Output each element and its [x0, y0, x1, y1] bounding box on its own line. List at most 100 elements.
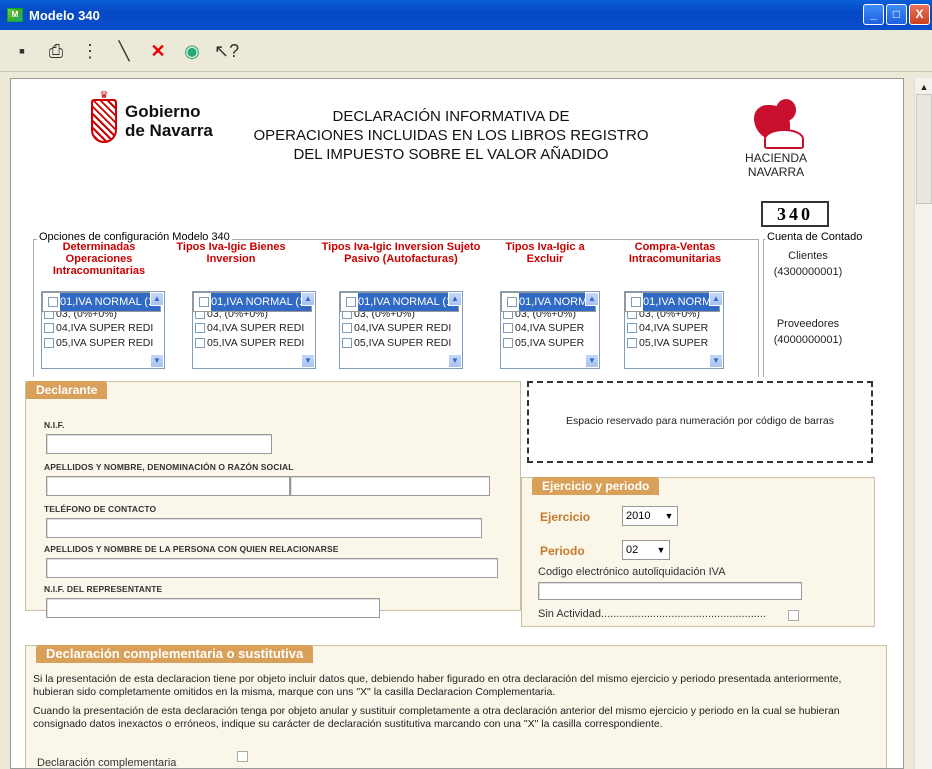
item-checkbox[interactable] — [48, 297, 58, 307]
item-label: 05,IVA SUPER REDI — [354, 336, 452, 349]
scroll-up-icon[interactable]: ▲ — [585, 292, 599, 306]
item-label: 04,IVA SUPER — [639, 322, 709, 335]
scroll-down-icon[interactable]: ▼ — [585, 354, 599, 368]
item-checkbox[interactable] — [195, 323, 205, 334]
list-item[interactable]: 01,IVA NORMA — [625, 292, 720, 312]
option-listbox[interactable]: 01,IVA NORMAL (1602,IVA NORMAL + R03, (0… — [192, 291, 316, 369]
complementaria-para1: Si la presentación de esta declaracion t… — [33, 673, 842, 698]
grid-icon[interactable]: ⋮ — [78, 39, 102, 63]
proveedores-value: (4000000001) — [773, 334, 843, 346]
scroll-down-icon[interactable]: ▼ — [301, 354, 315, 368]
web-icon[interactable]: ◉ — [180, 39, 204, 63]
window-title: Modelo 340 — [29, 7, 100, 23]
list-item[interactable]: 04,IVA SUPER REDI — [193, 321, 315, 336]
item-label: 05,IVA SUPER REDI — [207, 336, 305, 349]
item-checkbox[interactable] — [503, 323, 513, 334]
form-page: ♛ Gobierno de Navarra DECLARACIÓN INFORM… — [10, 78, 904, 769]
item-label: 05,IVA SUPER — [639, 336, 709, 349]
item-label: 01,IVA NORMA — [519, 293, 595, 311]
delete-icon[interactable]: ✕ — [146, 39, 170, 63]
item-checkbox[interactable] — [195, 337, 205, 348]
list-item[interactable]: 04,IVA SUPER — [625, 321, 723, 336]
codigo-input[interactable] — [538, 582, 802, 600]
ejercicio-tab: Ejercicio y periodo — [532, 477, 660, 495]
maximize-button[interactable]: □ — [886, 4, 907, 25]
persona-input[interactable] — [46, 558, 498, 578]
title-line1: DECLARACIÓN INFORMATIVA DE — [332, 108, 570, 125]
title-bar: M Modelo 340 _ □ X — [0, 0, 932, 30]
list-item[interactable]: 01,IVA NORMAL (16 — [193, 292, 313, 312]
scroll-up-icon[interactable]: ▲ — [150, 292, 164, 306]
item-label: 01,IVA NORMAL (16 — [211, 293, 312, 311]
scroll-up-icon[interactable]: ▲ — [917, 80, 931, 94]
list-item[interactable]: 05,IVA SUPER — [625, 336, 723, 351]
persona-label: APELLIDOS Y NOMBRE DE LA PERSONA CON QUI… — [44, 544, 339, 554]
gobierno-logo: ♛ Gobierno de Navarra — [91, 91, 213, 143]
option-listbox[interactable]: 01,IVA NORMA02,IVA NORMA03, (0%+0%)04,IV… — [624, 291, 724, 369]
item-checkbox[interactable] — [627, 323, 637, 334]
item-checkbox[interactable] — [342, 323, 352, 334]
ejercicio-select[interactable]: 2010 ▼ — [622, 506, 678, 526]
list-item[interactable]: 05,IVA SUPER REDI — [193, 336, 315, 351]
gobierno-line1: Gobierno — [125, 102, 201, 121]
complementaria-para2: Cuando la presentación de esta declaraci… — [33, 705, 840, 730]
print-icon[interactable]: ⎙ — [44, 39, 68, 63]
ejercicio-value: 2010 — [626, 510, 651, 522]
save-icon[interactable]: ▪ — [10, 39, 34, 63]
list-item[interactable]: 04,IVA SUPER REDI — [42, 321, 164, 336]
item-checkbox[interactable] — [503, 337, 513, 348]
item-checkbox[interactable] — [199, 297, 209, 307]
list-item[interactable]: 05,IVA SUPER REDI — [42, 336, 164, 351]
item-checkbox[interactable] — [44, 337, 54, 348]
scroll-down-icon[interactable]: ▼ — [709, 354, 723, 368]
item-checkbox[interactable] — [342, 337, 352, 348]
item-label: 01,IVA NORMAL (16 — [358, 293, 459, 311]
telefono-label: TELÉFONO DE CONTACTO — [44, 504, 157, 514]
sin-actividad-checkbox[interactable] — [788, 610, 799, 621]
scroll-up-icon[interactable]: ▲ — [448, 292, 462, 306]
option-listbox[interactable]: 01,IVA NORMAL (1602,IVA NORMAL + R03, (0… — [41, 291, 165, 369]
wand-icon[interactable]: ╲ — [112, 39, 136, 63]
vertical-scrollbar[interactable]: ▲ — [914, 78, 932, 769]
list-item[interactable]: 01,IVA NORMA — [501, 292, 596, 312]
item-checkbox[interactable] — [346, 297, 356, 307]
list-item[interactable]: 04,IVA SUPER REDI — [340, 321, 462, 336]
option-listbox[interactable]: 01,IVA NORMA02,IVA NORMA03, (0%+0%)04,IV… — [500, 291, 600, 369]
help-icon[interactable]: ↖? — [214, 39, 239, 63]
item-checkbox[interactable] — [627, 337, 637, 348]
option-listbox[interactable]: 01,IVA NORMAL (1602,IVA NORMAL + R03, (0… — [339, 291, 463, 369]
scroll-thumb[interactable] — [916, 94, 932, 204]
hacienda-emblem-icon — [746, 99, 806, 151]
item-checkbox[interactable] — [507, 297, 517, 307]
list-item[interactable]: 01,IVA NORMAL (16 — [42, 292, 162, 312]
nif-input[interactable] — [46, 434, 272, 454]
chevron-down-icon: ▼ — [656, 545, 666, 555]
complementaria-checkbox[interactable] — [237, 751, 248, 762]
minimize-button[interactable]: _ — [863, 4, 884, 25]
scroll-up-icon[interactable]: ▲ — [709, 292, 723, 306]
item-checkbox[interactable] — [44, 323, 54, 334]
list-item[interactable]: 05,IVA SUPER REDI — [340, 336, 462, 351]
scroll-down-icon[interactable]: ▼ — [150, 354, 164, 368]
nombre-input[interactable] — [290, 476, 490, 496]
title-line3: DEL IMPUESTO SOBRE EL VALOR AÑADIDO — [293, 146, 609, 163]
chevron-down-icon: ▼ — [664, 511, 674, 521]
codigo-label: Codigo electrónico autoliquidación IVA — [538, 566, 726, 578]
scroll-up-icon[interactable]: ▲ — [301, 292, 315, 306]
item-checkbox[interactable] — [631, 297, 641, 307]
list-item[interactable]: 04,IVA SUPER — [501, 321, 599, 336]
clientes-label: Clientes — [788, 250, 828, 262]
item-label: 04,IVA SUPER — [515, 322, 585, 335]
declarante-tab: Declarante — [26, 381, 108, 399]
ejercicio-section: Ejercicio y periodo Ejercicio 2010 ▼ Peri… — [521, 477, 875, 627]
apellidos-input[interactable] — [46, 476, 290, 496]
representante-input[interactable] — [46, 598, 380, 618]
scroll-down-icon[interactable]: ▼ — [448, 354, 462, 368]
list-item[interactable]: 05,IVA SUPER — [501, 336, 599, 351]
declarante-section: Declarante N.I.F. APELLIDOS Y NOMBRE, DE… — [25, 381, 521, 618]
telefono-input[interactable] — [46, 518, 482, 538]
close-button[interactable]: X — [909, 4, 930, 25]
periodo-select[interactable]: 02 ▼ — [622, 540, 670, 560]
hacienda-line2: NAVARRA — [747, 165, 805, 179]
list-item[interactable]: 01,IVA NORMAL (16 — [340, 292, 460, 312]
